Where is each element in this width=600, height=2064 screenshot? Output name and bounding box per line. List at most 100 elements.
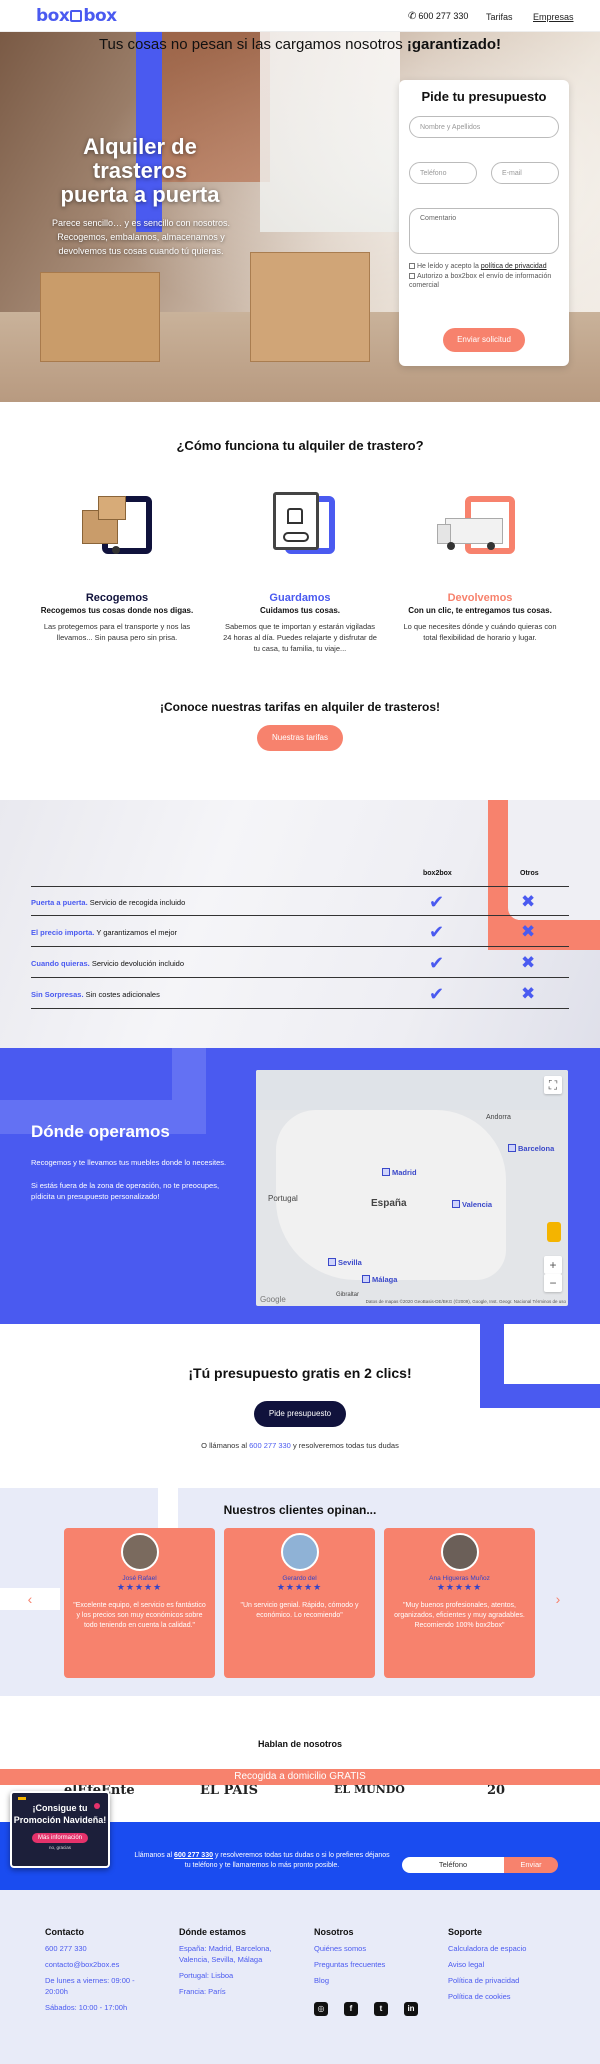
logo[interactable]: box box	[36, 6, 117, 26]
footer-link-quienes-somos[interactable]: Quiénes somos	[314, 1943, 444, 1954]
request-quote-button[interactable]: Pide presupuesto	[254, 1401, 346, 1427]
map-pin-malaga[interactable]: Málaga	[362, 1275, 397, 1284]
footer-link-cookies[interactable]: Política de cookies	[448, 1991, 578, 2002]
footer-donde: Dónde estamos España: Madrid, Barcelona,…	[179, 1927, 309, 2002]
callback-phone-input[interactable]: Teléfono	[402, 1857, 504, 1873]
cta-phone-link[interactable]: 600 277 330	[249, 1441, 291, 1450]
linkedin-icon[interactable]: in	[404, 2002, 418, 2016]
footer-link-aviso-legal[interactable]: Aviso legal	[448, 1959, 578, 1970]
footer-link-faq[interactable]: Preguntas frecuentes	[314, 1959, 444, 1970]
city-label: Sevilla	[338, 1258, 362, 1267]
footer-hours: Sábados: 10:00 - 17:00h	[45, 2003, 128, 2012]
site-header: box box ✆ 600 277 330 Tarifas Empresas	[0, 0, 600, 32]
where-title: Dónde operamos	[31, 1122, 170, 1141]
wheel-icon	[487, 542, 495, 550]
instagram-icon[interactable]: ◎	[314, 2002, 328, 2016]
cross-icon: ✖	[521, 922, 536, 941]
row-label-bold: Cuando quieras.	[31, 959, 90, 968]
city-label: Madrid	[392, 1168, 417, 1177]
email-field[interactable]: E-mail	[491, 162, 559, 184]
quote-form-title: Pide tu presupuesto	[421, 89, 547, 104]
map-label-spain: España	[371, 1198, 407, 1209]
review-quote: "Excelente equipo, el servicio es fantás…	[73, 1602, 206, 1629]
step-title: Recogemos	[85, 592, 149, 604]
coverage-map[interactable]: Portugal España Andorra Gibraltar Madrid…	[256, 1070, 568, 1306]
footer-heading: Nosotros	[314, 1927, 354, 1937]
footer-link-blog[interactable]: Blog	[314, 1975, 444, 1986]
promo-popup[interactable]: ¡Consigue tu Promoción Navideña! Más inf…	[10, 1791, 110, 1868]
fullscreen-icon[interactable]: ⛶	[544, 1076, 562, 1094]
twitter-icon[interactable]: t	[374, 2002, 388, 2016]
where-text: Recogemos y te llevamos tus muebles dond…	[31, 1158, 227, 1167]
row-label-text: Servicio devolución incluido	[91, 959, 184, 968]
callback-phone-link[interactable]: 600 277 330	[174, 1852, 213, 1859]
street-view-icon[interactable]	[547, 1222, 561, 1242]
promo-more-info-button[interactable]: Más información	[31, 1833, 88, 1843]
press-logo: EL PAÍS	[200, 1783, 258, 1797]
submit-request-button[interactable]: Enviar solicitud	[443, 328, 525, 352]
map-pin-icon	[328, 1258, 336, 1266]
hero-subtitle: Parece sencillo… y es sencillo con nosot…	[51, 218, 231, 256]
testimonial-card: José Rafael ★★★★★ "Excelente equipo, el …	[64, 1528, 215, 1678]
step-subtitle: Con un clic, te entregamos tus cosas.	[408, 606, 552, 615]
facebook-icon[interactable]: f	[344, 2002, 358, 2016]
check-icon: ✔	[429, 953, 445, 973]
privacy-link[interactable]: política de privacidad	[481, 263, 547, 270]
map-pin-icon	[508, 1144, 516, 1152]
logo-box-icon	[70, 10, 83, 22]
cta-line-suffix: y resolveremos todas tus dudas	[292, 1441, 399, 1450]
map-pin-barcelona[interactable]: Barcelona	[508, 1144, 554, 1153]
guarantee-title: Tus cosas no pesan si las cargamos nosot…	[0, 36, 600, 53]
zoom-in-icon[interactable]: +	[544, 1256, 562, 1274]
callback-send-button[interactable]: Enviar	[504, 1857, 558, 1873]
cross-icon: ✖	[521, 984, 536, 1003]
footer-link-privacidad[interactable]: Política de privacidad	[448, 1975, 578, 1986]
reviewer-name: Ana Higueras Muñoz	[429, 1575, 490, 1582]
promo-dismiss-link[interactable]: no, gracias	[12, 1845, 108, 1850]
footer-link-calculadora[interactable]: Calculadora de espacio	[448, 1943, 578, 1954]
name-field[interactable]: Nombre y Apellidos	[409, 116, 559, 138]
privacy-checkbox[interactable]	[409, 263, 415, 269]
step-description: Sabemos que te importan y estarán vigila…	[223, 622, 377, 653]
map-pin-madrid[interactable]: Madrid	[382, 1168, 417, 1177]
zoom-out-icon[interactable]: −	[544, 1274, 562, 1292]
phone-field[interactable]: Teléfono	[409, 162, 477, 184]
map-pin-valencia[interactable]: Valencia	[452, 1200, 492, 1209]
consent-checkbox-row[interactable]: Autorizo a box2box el envío de informaci…	[409, 272, 559, 290]
map-pin-sevilla[interactable]: Sevilla	[328, 1258, 362, 1267]
delivery-illustration	[435, 490, 525, 580]
map-pin-icon	[362, 1275, 370, 1283]
footer-email-link[interactable]: contacto@box2box.es	[45, 1959, 175, 1970]
review-quote: "Un servicio genial. Rápido, cómodo y ec…	[240, 1602, 359, 1619]
map-attribution[interactable]: Datos de mapas ©2020 GeoBasis-DE/BKG (©2…	[366, 1299, 566, 1304]
hero-window	[260, 32, 400, 232]
footer-heading: Contacto	[45, 1927, 84, 1937]
cta-line-prefix: O llámanos al	[201, 1441, 248, 1450]
tarifas-button[interactable]: Nuestras tarifas	[257, 725, 343, 751]
footer-location: Portugal: Lisboa	[179, 1971, 234, 1980]
row-label: Puerta a puerta. Servicio de recogida in…	[31, 898, 185, 907]
footer-heading: Soporte	[448, 1927, 483, 1937]
cross-icon: ✖	[521, 892, 536, 911]
consent-checkbox[interactable]	[409, 273, 415, 279]
carousel-prev-arrow[interactable]: ‹	[0, 1588, 60, 1610]
footer-heading: Dónde estamos	[179, 1927, 247, 1937]
press-logo: 20	[487, 1783, 506, 1797]
carousel-next-arrow[interactable]: ›	[548, 1588, 568, 1610]
step-description: Lo que necesites dónde y cuándo quieras …	[403, 622, 557, 642]
nav-tarifas[interactable]: Tarifas	[486, 12, 513, 22]
reviewer-name: José Rafael	[122, 1575, 157, 1582]
nav-empresas[interactable]: Empresas	[533, 12, 574, 22]
hero-cardboard-box	[250, 252, 370, 362]
privacy-checkbox-row[interactable]: He leído y acepto la política de privaci…	[409, 262, 559, 271]
header-phone-link[interactable]: ✆ 600 277 330	[408, 11, 468, 22]
tarifas-title: ¡Conoce nuestras tarifas en alquiler de …	[159, 700, 441, 714]
comment-field[interactable]: Comentario	[409, 208, 559, 254]
footer-phone-link[interactable]: 600 277 330	[45, 1943, 175, 1954]
avatar	[280, 1533, 319, 1571]
reviewer-name: Gerardo del	[282, 1575, 317, 1582]
row-label-bold: El precio importa.	[31, 928, 95, 937]
star-rating: ★★★★★	[116, 1582, 163, 1592]
row-label-text: Servicio de recogida incluido	[89, 898, 186, 907]
free-pickup-banner[interactable]: Recogida a domicilio GRATIS	[0, 1769, 600, 1785]
